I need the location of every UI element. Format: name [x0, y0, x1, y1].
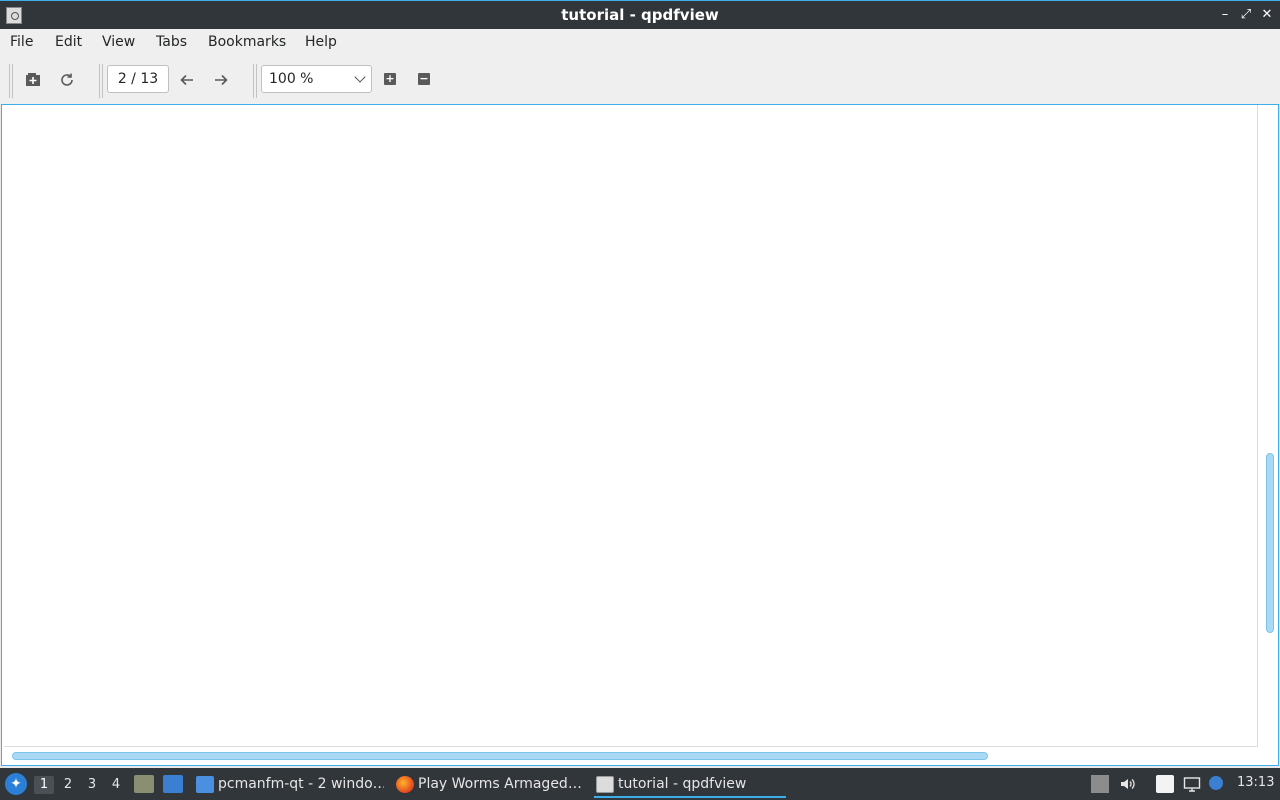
tray-indicator-icon[interactable] [1091, 775, 1109, 793]
task-label: pcmanfm-qt - 2 windo… [218, 776, 384, 792]
zoom-value: 100 % [269, 71, 314, 87]
open-file-icon[interactable] [22, 69, 44, 91]
workspace-3[interactable]: 3 [82, 776, 102, 794]
workspace-4[interactable]: 4 [106, 776, 126, 794]
menu-file[interactable]: File [10, 34, 33, 50]
taskbar: ✦ 1 2 3 4 pcmanfm-qt - 2 windo… Play Wor… [0, 768, 1280, 800]
file-manager-launcher-icon[interactable] [134, 775, 154, 793]
menu-bookmarks[interactable]: Bookmarks [208, 34, 286, 50]
zoom-out-icon[interactable]: − [418, 73, 430, 85]
menu-tabs[interactable]: Tabs [156, 34, 187, 50]
close-icon[interactable]: ✕ [1259, 7, 1275, 23]
network-icon[interactable] [1183, 775, 1201, 793]
vertical-scroll-thumb[interactable] [1266, 453, 1274, 633]
toolbar-grip[interactable] [253, 64, 257, 98]
workspace-2[interactable]: 2 [58, 776, 78, 794]
zoom-in-icon[interactable]: + [384, 73, 396, 85]
folder-icon [196, 776, 214, 793]
menu-view[interactable]: View [102, 34, 135, 50]
task-label: Play Worms Armaged… [418, 776, 582, 792]
menu-bar: File Edit View Tabs Bookmarks Help [0, 29, 1280, 56]
title-bar: tutorial - qpdfview – ⤢ ✕ [0, 0, 1280, 29]
zoom-select[interactable]: 100 % [261, 65, 372, 93]
task-pcmanfm[interactable]: pcmanfm-qt - 2 windo… [194, 771, 384, 798]
horizontal-scrollbar[interactable] [2, 747, 1264, 765]
task-label: tutorial - qpdfview [618, 776, 747, 792]
vertical-scrollbar[interactable] [1262, 105, 1276, 747]
workspace-1[interactable]: 1 [34, 776, 54, 794]
toolbar-grip[interactable] [99, 64, 103, 98]
window-title: tutorial - qpdfview [561, 6, 719, 24]
menu-edit[interactable]: Edit [55, 34, 82, 50]
task-qpdfview[interactable]: tutorial - qpdfview [594, 771, 786, 798]
start-menu-icon[interactable]: ✦ [5, 773, 27, 795]
next-page-icon[interactable] [210, 69, 232, 91]
page-number-input[interactable]: 2 / 13 [107, 65, 169, 93]
document-view[interactable] [1, 104, 1279, 766]
horizontal-scroll-thumb[interactable] [12, 752, 988, 760]
menu-help[interactable]: Help [305, 34, 337, 50]
qpdfview-icon [596, 776, 614, 793]
maximize-icon[interactable]: ⤢ [1238, 7, 1254, 23]
firefox-icon [396, 776, 414, 793]
clipboard-icon[interactable] [1156, 775, 1174, 793]
minimize-icon[interactable]: – [1217, 7, 1233, 23]
clock[interactable]: 13:13 [1237, 775, 1274, 790]
refresh-icon[interactable] [56, 69, 78, 91]
toolbar: 2 / 13 100 % + − [0, 56, 1280, 104]
volume-icon[interactable] [1119, 775, 1137, 793]
show-desktop-icon[interactable] [163, 775, 183, 793]
toolbar-grip[interactable] [9, 64, 13, 98]
pdf-page[interactable] [4, 105, 1258, 747]
chevron-down-icon [354, 71, 366, 83]
task-firefox[interactable]: Play Worms Armaged… [394, 771, 584, 798]
notification-icon[interactable] [1209, 776, 1223, 790]
previous-page-icon[interactable] [176, 69, 198, 91]
